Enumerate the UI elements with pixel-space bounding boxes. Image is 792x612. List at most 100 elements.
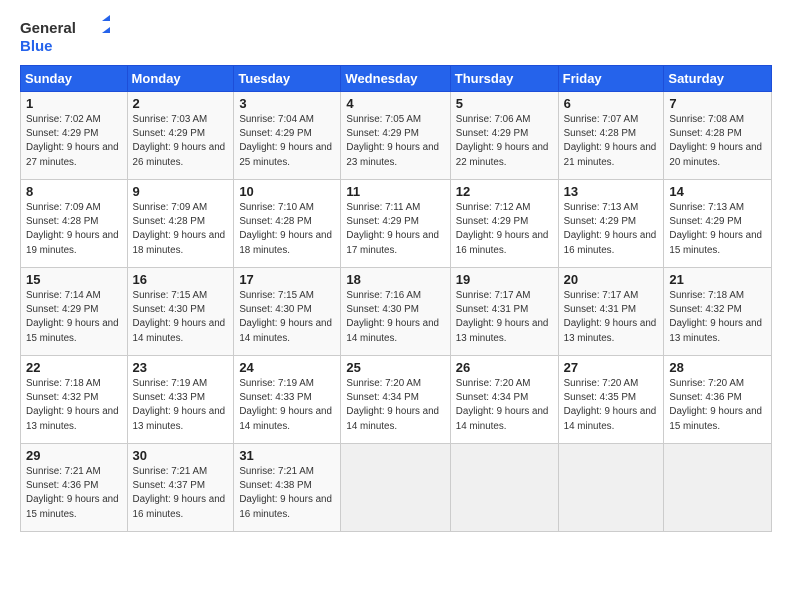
calendar-cell: 11 Sunrise: 7:11 AM Sunset: 4:29 PM Dayl… <box>341 180 450 268</box>
calendar-cell <box>341 444 450 532</box>
calendar-cell: 24 Sunrise: 7:19 AM Sunset: 4:33 PM Dayl… <box>234 356 341 444</box>
day-info: Sunrise: 7:18 AM Sunset: 4:32 PM Dayligh… <box>669 289 766 346</box>
calendar-cell: 21 Sunrise: 7:18 AM Sunset: 4:32 PM Dayl… <box>664 268 772 356</box>
calendar-cell: 23 Sunrise: 7:19 AM Sunset: 4:33 PM Dayl… <box>127 356 234 444</box>
calendar-cell: 1 Sunrise: 7:02 AM Sunset: 4:29 PM Dayli… <box>21 92 128 180</box>
day-info: Sunrise: 7:13 AM Sunset: 4:29 PM Dayligh… <box>564 201 659 258</box>
col-header-saturday: Saturday <box>664 66 772 92</box>
day-number: 3 <box>239 96 335 111</box>
day-number: 9 <box>133 184 229 199</box>
calendar-header-row: SundayMondayTuesdayWednesdayThursdayFrid… <box>21 66 772 92</box>
day-number: 17 <box>239 272 335 287</box>
calendar-cell: 20 Sunrise: 7:17 AM Sunset: 4:31 PM Dayl… <box>558 268 664 356</box>
day-info: Sunrise: 7:17 AM Sunset: 4:31 PM Dayligh… <box>564 289 659 346</box>
day-number: 27 <box>564 360 659 375</box>
calendar-cell <box>450 444 558 532</box>
calendar-cell: 14 Sunrise: 7:13 AM Sunset: 4:29 PM Dayl… <box>664 180 772 268</box>
day-info: Sunrise: 7:19 AM Sunset: 4:33 PM Dayligh… <box>133 377 229 434</box>
svg-text:Blue: Blue <box>20 38 53 55</box>
col-header-thursday: Thursday <box>450 66 558 92</box>
col-header-sunday: Sunday <box>21 66 128 92</box>
calendar-cell: 10 Sunrise: 7:10 AM Sunset: 4:28 PM Dayl… <box>234 180 341 268</box>
day-info: Sunrise: 7:20 AM Sunset: 4:35 PM Dayligh… <box>564 377 659 434</box>
calendar-cell: 28 Sunrise: 7:20 AM Sunset: 4:36 PM Dayl… <box>664 356 772 444</box>
day-number: 18 <box>346 272 444 287</box>
logo: General Blue <box>20 15 110 55</box>
day-info: Sunrise: 7:20 AM Sunset: 4:36 PM Dayligh… <box>669 377 766 434</box>
day-number: 11 <box>346 184 444 199</box>
calendar-cell: 13 Sunrise: 7:13 AM Sunset: 4:29 PM Dayl… <box>558 180 664 268</box>
day-number: 7 <box>669 96 766 111</box>
calendar-cell: 6 Sunrise: 7:07 AM Sunset: 4:28 PM Dayli… <box>558 92 664 180</box>
calendar-cell: 22 Sunrise: 7:18 AM Sunset: 4:32 PM Dayl… <box>21 356 128 444</box>
calendar-week-1: 1 Sunrise: 7:02 AM Sunset: 4:29 PM Dayli… <box>21 92 772 180</box>
day-info: Sunrise: 7:21 AM Sunset: 4:37 PM Dayligh… <box>133 465 229 522</box>
day-number: 15 <box>26 272 122 287</box>
calendar-cell: 8 Sunrise: 7:09 AM Sunset: 4:28 PM Dayli… <box>21 180 128 268</box>
day-number: 24 <box>239 360 335 375</box>
calendar-cell: 18 Sunrise: 7:16 AM Sunset: 4:30 PM Dayl… <box>341 268 450 356</box>
header: General Blue <box>20 15 772 55</box>
col-header-wednesday: Wednesday <box>341 66 450 92</box>
day-number: 6 <box>564 96 659 111</box>
day-info: Sunrise: 7:09 AM Sunset: 4:28 PM Dayligh… <box>133 201 229 258</box>
col-header-tuesday: Tuesday <box>234 66 341 92</box>
calendar-cell: 16 Sunrise: 7:15 AM Sunset: 4:30 PM Dayl… <box>127 268 234 356</box>
calendar-cell: 4 Sunrise: 7:05 AM Sunset: 4:29 PM Dayli… <box>341 92 450 180</box>
calendar-week-4: 22 Sunrise: 7:18 AM Sunset: 4:32 PM Dayl… <box>21 356 772 444</box>
calendar-cell <box>664 444 772 532</box>
day-info: Sunrise: 7:05 AM Sunset: 4:29 PM Dayligh… <box>346 113 444 170</box>
day-info: Sunrise: 7:07 AM Sunset: 4:28 PM Dayligh… <box>564 113 659 170</box>
page: General Blue SundayMondayTuesdayWednesda… <box>0 0 792 612</box>
calendar-cell <box>558 444 664 532</box>
day-number: 1 <box>26 96 122 111</box>
day-number: 21 <box>669 272 766 287</box>
day-number: 19 <box>456 272 553 287</box>
day-info: Sunrise: 7:13 AM Sunset: 4:29 PM Dayligh… <box>669 201 766 258</box>
col-header-monday: Monday <box>127 66 234 92</box>
day-info: Sunrise: 7:06 AM Sunset: 4:29 PM Dayligh… <box>456 113 553 170</box>
calendar-cell: 19 Sunrise: 7:17 AM Sunset: 4:31 PM Dayl… <box>450 268 558 356</box>
logo-svg: General Blue <box>20 15 110 55</box>
day-info: Sunrise: 7:04 AM Sunset: 4:29 PM Dayligh… <box>239 113 335 170</box>
day-number: 4 <box>346 96 444 111</box>
calendar-cell: 27 Sunrise: 7:20 AM Sunset: 4:35 PM Dayl… <box>558 356 664 444</box>
calendar-cell: 26 Sunrise: 7:20 AM Sunset: 4:34 PM Dayl… <box>450 356 558 444</box>
day-info: Sunrise: 7:09 AM Sunset: 4:28 PM Dayligh… <box>26 201 122 258</box>
calendar-cell: 5 Sunrise: 7:06 AM Sunset: 4:29 PM Dayli… <box>450 92 558 180</box>
day-number: 5 <box>456 96 553 111</box>
day-info: Sunrise: 7:10 AM Sunset: 4:28 PM Dayligh… <box>239 201 335 258</box>
day-info: Sunrise: 7:20 AM Sunset: 4:34 PM Dayligh… <box>456 377 553 434</box>
day-info: Sunrise: 7:03 AM Sunset: 4:29 PM Dayligh… <box>133 113 229 170</box>
day-info: Sunrise: 7:18 AM Sunset: 4:32 PM Dayligh… <box>26 377 122 434</box>
day-number: 26 <box>456 360 553 375</box>
day-info: Sunrise: 7:20 AM Sunset: 4:34 PM Dayligh… <box>346 377 444 434</box>
calendar-cell: 2 Sunrise: 7:03 AM Sunset: 4:29 PM Dayli… <box>127 92 234 180</box>
calendar-cell: 25 Sunrise: 7:20 AM Sunset: 4:34 PM Dayl… <box>341 356 450 444</box>
calendar-week-5: 29 Sunrise: 7:21 AM Sunset: 4:36 PM Dayl… <box>21 444 772 532</box>
day-number: 14 <box>669 184 766 199</box>
calendar-cell: 31 Sunrise: 7:21 AM Sunset: 4:38 PM Dayl… <box>234 444 341 532</box>
day-number: 29 <box>26 448 122 463</box>
day-info: Sunrise: 7:21 AM Sunset: 4:36 PM Dayligh… <box>26 465 122 522</box>
day-info: Sunrise: 7:12 AM Sunset: 4:29 PM Dayligh… <box>456 201 553 258</box>
day-number: 8 <box>26 184 122 199</box>
day-number: 30 <box>133 448 229 463</box>
calendar-cell: 30 Sunrise: 7:21 AM Sunset: 4:37 PM Dayl… <box>127 444 234 532</box>
calendar-table: SundayMondayTuesdayWednesdayThursdayFrid… <box>20 65 772 532</box>
col-header-friday: Friday <box>558 66 664 92</box>
day-number: 13 <box>564 184 659 199</box>
day-number: 20 <box>564 272 659 287</box>
day-number: 31 <box>239 448 335 463</box>
day-number: 16 <box>133 272 229 287</box>
day-info: Sunrise: 7:17 AM Sunset: 4:31 PM Dayligh… <box>456 289 553 346</box>
day-info: Sunrise: 7:15 AM Sunset: 4:30 PM Dayligh… <box>239 289 335 346</box>
day-info: Sunrise: 7:21 AM Sunset: 4:38 PM Dayligh… <box>239 465 335 522</box>
day-number: 25 <box>346 360 444 375</box>
calendar-week-2: 8 Sunrise: 7:09 AM Sunset: 4:28 PM Dayli… <box>21 180 772 268</box>
day-info: Sunrise: 7:16 AM Sunset: 4:30 PM Dayligh… <box>346 289 444 346</box>
day-info: Sunrise: 7:11 AM Sunset: 4:29 PM Dayligh… <box>346 201 444 258</box>
day-number: 10 <box>239 184 335 199</box>
calendar-cell: 29 Sunrise: 7:21 AM Sunset: 4:36 PM Dayl… <box>21 444 128 532</box>
calendar-cell: 12 Sunrise: 7:12 AM Sunset: 4:29 PM Dayl… <box>450 180 558 268</box>
